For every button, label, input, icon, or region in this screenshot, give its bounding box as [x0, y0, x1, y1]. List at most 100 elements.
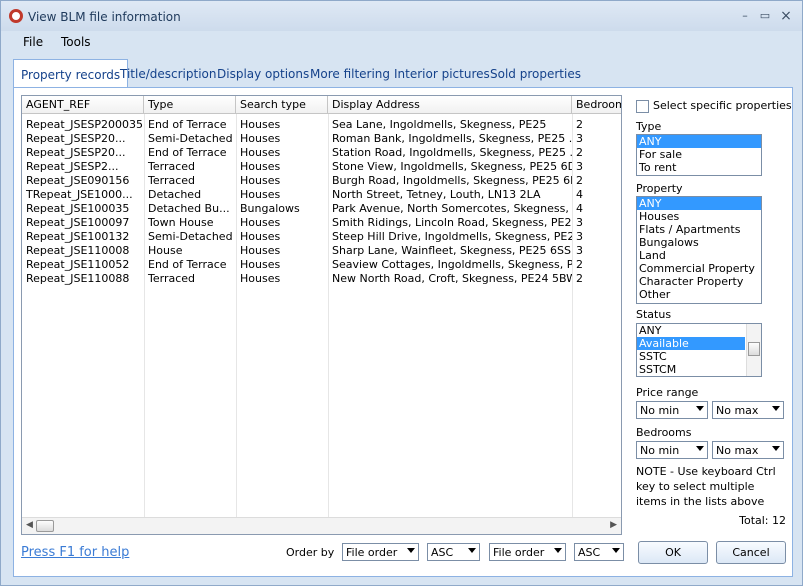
- property-option[interactable]: Land: [637, 249, 761, 262]
- horizontal-scrollbar[interactable]: ◀ ▶: [22, 517, 621, 534]
- order-field-2-select[interactable]: File order: [489, 543, 566, 561]
- table-cell: 3: [576, 216, 583, 229]
- table-cell: Town House: [148, 216, 214, 229]
- status-listbox[interactable]: ANY Available SSTC SSTCM: [636, 323, 762, 377]
- bed-max-select[interactable]: No max: [712, 441, 784, 459]
- tab-property-records[interactable]: Property records: [13, 59, 129, 88]
- help-link[interactable]: Press F1 for help: [21, 545, 129, 560]
- select-specific-label: Select specific properties: [653, 99, 792, 112]
- scroll-thumb[interactable]: [36, 520, 54, 532]
- table-row[interactable]: Repeat_JSE110088 Terraced Houses New North …: [22, 272, 621, 286]
- status-scrollbar[interactable]: [746, 324, 761, 376]
- price-max-select[interactable]: No max: [712, 401, 784, 419]
- menu-bar: File Tools: [1, 31, 802, 53]
- table-cell: Steep Hill Drive, Ingoldmells, Skegness,…: [332, 230, 572, 243]
- table-cell: End of Terrace: [148, 258, 227, 271]
- select-specific-checkbox[interactable]: [636, 100, 649, 113]
- scroll-right-icon[interactable]: ▶: [610, 520, 617, 530]
- table-row[interactable]: Repeat_JSE090156 Terraced Houses Burgh Road…: [22, 174, 621, 188]
- table-row[interactable]: Repeat_JSESP200035 End of Terrace Houses Se…: [22, 118, 621, 132]
- column-bedrooms[interactable]: Bedrooms: [572, 96, 621, 114]
- order-direction-1-select[interactable]: ASC: [427, 543, 480, 561]
- tab-more-filtering[interactable]: More filtering: [303, 59, 397, 87]
- chevron-down-icon: [772, 406, 780, 411]
- minimize-button[interactable]: –: [737, 9, 753, 23]
- price-min-select[interactable]: No min: [636, 401, 708, 419]
- table-row[interactable]: Repeat_JSESP20... Semi-Detached Houses Roma…: [22, 132, 621, 146]
- table-cell: Houses: [240, 160, 281, 173]
- close-button[interactable]: ×: [778, 9, 794, 23]
- column-agent-ref[interactable]: AGENT_REF: [22, 96, 144, 114]
- type-option[interactable]: ANY: [637, 135, 761, 148]
- table-cell: Station Road, Ingoldmells, Skegness, PE2…: [332, 146, 572, 159]
- property-option[interactable]: Commercial Property: [637, 262, 761, 275]
- cancel-button[interactable]: Cancel: [716, 541, 786, 564]
- table-row[interactable]: Repeat_JSESP20... End of Terrace Houses Sta…: [22, 146, 621, 160]
- table-row[interactable]: Repeat_JSE100035 Detached Bu... Bungalows P…: [22, 202, 621, 216]
- table-cell: Houses: [240, 118, 281, 131]
- table-cell: Repeat_JSE110088: [26, 272, 130, 285]
- order-field-1-select[interactable]: File order: [342, 543, 419, 561]
- property-grid: AGENT_REF Type Search type Display Addre…: [21, 95, 622, 535]
- multi-select-note: NOTE - Use keyboard Ctrl key to select m…: [636, 465, 776, 508]
- type-option[interactable]: To rent: [637, 161, 761, 174]
- bed-max-value: No max: [716, 444, 759, 457]
- maximize-button[interactable]: ▭: [757, 9, 773, 23]
- table-cell: End of Terrace: [148, 118, 227, 131]
- order-direction-2-select[interactable]: ASC: [574, 543, 624, 561]
- table-row[interactable]: TRepeat_JSE1000... Detached Houses North St…: [22, 188, 621, 202]
- table-cell: Terraced: [148, 174, 196, 187]
- app-window: View BLM file information – ▭ × File Too…: [0, 0, 803, 586]
- status-option[interactable]: SSTC: [637, 350, 745, 363]
- menu-file[interactable]: File: [23, 35, 43, 49]
- ok-button[interactable]: OK: [638, 541, 708, 564]
- table-row[interactable]: Repeat_JSE110008 House Houses Sharp Lane, W…: [22, 244, 621, 258]
- table-cell: Houses: [240, 244, 281, 257]
- table-row[interactable]: Repeat_JSESP2... Terraced Houses Stone View…: [22, 160, 621, 174]
- table-cell: Repeat_JSE100132: [26, 230, 130, 243]
- column-search-type[interactable]: Search type: [236, 96, 328, 114]
- property-option[interactable]: Character Property: [637, 275, 761, 288]
- property-option[interactable]: Other: [637, 288, 761, 301]
- column-display-address[interactable]: Display Address: [328, 96, 572, 114]
- property-option[interactable]: Bungalows: [637, 236, 761, 249]
- scroll-thumb[interactable]: [748, 342, 760, 356]
- table-row[interactable]: Repeat_JSE100132 Semi-Detached Houses Steep…: [22, 230, 621, 244]
- table-row[interactable]: Repeat_JSE100097 Town House Houses Smith Ri…: [22, 216, 621, 230]
- table-cell: 3: [576, 244, 583, 257]
- table-cell: Park Avenue, North Somercotes, Skegness,…: [332, 202, 572, 215]
- property-option[interactable]: Houses: [637, 210, 761, 223]
- property-option[interactable]: ANY: [637, 197, 761, 210]
- type-option[interactable]: For sale: [637, 148, 761, 161]
- property-listbox[interactable]: ANY Houses Flats / Apartments Bungalows Land…: [636, 196, 762, 304]
- table-row[interactable]: Repeat_JSE110052 End of Terrace Houses Seav…: [22, 258, 621, 272]
- price-max-value: No max: [716, 404, 759, 417]
- filter-sidebar: Select specific properties Type ANY For s…: [636, 88, 794, 568]
- tab-interior-pictures[interactable]: Interior pictures: [387, 59, 497, 87]
- table-cell: 2: [576, 272, 583, 285]
- bed-min-value: No min: [640, 444, 680, 457]
- table-cell: Repeat_JSESP200035: [26, 118, 144, 131]
- table-cell: Smith Ridings, Lincoln Road, Skegness, P…: [332, 216, 572, 229]
- tab-display-options[interactable]: Display options: [210, 59, 316, 87]
- bed-min-select[interactable]: No min: [636, 441, 708, 459]
- type-label: Type: [636, 120, 662, 133]
- column-type[interactable]: Type: [144, 96, 236, 114]
- order-by-label: Order by: [286, 546, 335, 559]
- status-option[interactable]: Available: [637, 337, 745, 350]
- table-cell: Seaview Cottages, Ingoldmells, Skegness,…: [332, 258, 572, 271]
- status-option[interactable]: ANY: [637, 324, 745, 337]
- title-bar: View BLM file information – ▭ ×: [1, 1, 802, 31]
- table-cell: Repeat_JSESP20...: [26, 132, 126, 145]
- status-option[interactable]: SSTCM: [637, 363, 745, 376]
- table-cell: Houses: [240, 174, 281, 187]
- menu-tools[interactable]: Tools: [61, 35, 91, 49]
- bedrooms-label: Bedrooms: [636, 426, 692, 439]
- type-listbox[interactable]: ANY For sale To rent: [636, 134, 762, 176]
- scroll-left-icon[interactable]: ◀: [26, 520, 33, 530]
- table-cell: Repeat_JSE100035: [26, 202, 130, 215]
- chevron-down-icon: [468, 548, 476, 553]
- tab-sold-properties[interactable]: Sold properties: [483, 59, 588, 87]
- property-option[interactable]: Flats / Apartments: [637, 223, 761, 236]
- tab-title-description[interactable]: Title/description: [113, 59, 223, 87]
